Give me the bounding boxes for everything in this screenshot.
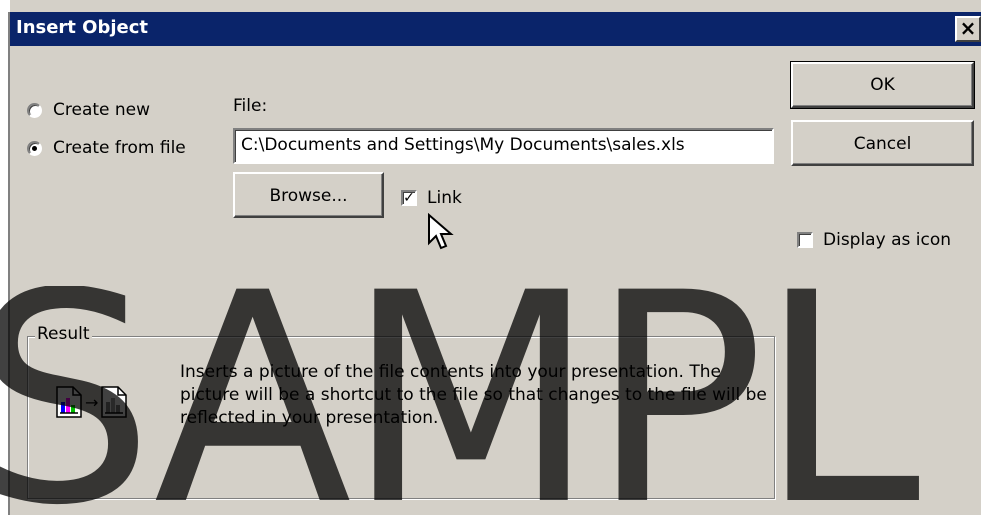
document-chart-icon	[56, 386, 82, 418]
close-icon: ×	[959, 16, 977, 40]
result-legend: Result	[35, 324, 92, 344]
radio-create-new[interactable]: Create new	[27, 100, 150, 120]
radio-create-new-label: Create new	[53, 100, 151, 120]
link-checkbox[interactable]: ✓	[401, 190, 417, 206]
file-path-input[interactable]: C:\Documents and Settings\My Documents\s…	[233, 128, 774, 164]
display-as-icon-row[interactable]: Display as icon	[797, 230, 951, 250]
left-margin	[0, 0, 10, 515]
result-description: Inserts a picture of the file contents i…	[180, 362, 767, 428]
radio-create-from-file-button[interactable]	[27, 140, 42, 156]
browse-button[interactable]: Browse...	[233, 172, 384, 218]
title-bar[interactable]: Insert Object ×	[10, 12, 981, 46]
document-picture-icon	[101, 386, 128, 418]
radio-create-from-file[interactable]: Create from file	[27, 138, 186, 158]
dialog-title: Insert Object	[16, 17, 149, 38]
close-button[interactable]: ×	[955, 16, 981, 42]
display-as-icon-checkbox[interactable]	[797, 232, 813, 248]
insert-object-dialog: Insert Object × Create new Create from f…	[0, 0, 981, 515]
ok-button[interactable]: OK	[790, 61, 975, 109]
result-icons: →	[56, 386, 128, 418]
file-label: File:	[233, 96, 268, 116]
arrow-icon: →	[85, 392, 99, 412]
radio-create-new-button[interactable]	[27, 102, 42, 118]
link-checkbox-row[interactable]: ✓ Link	[401, 188, 462, 208]
mouse-pointer-icon	[428, 213, 454, 250]
radio-create-from-file-label: Create from file	[53, 138, 186, 158]
display-as-icon-label: Display as icon	[823, 230, 951, 250]
cancel-button[interactable]: Cancel	[791, 120, 974, 166]
link-label: Link	[427, 188, 462, 208]
